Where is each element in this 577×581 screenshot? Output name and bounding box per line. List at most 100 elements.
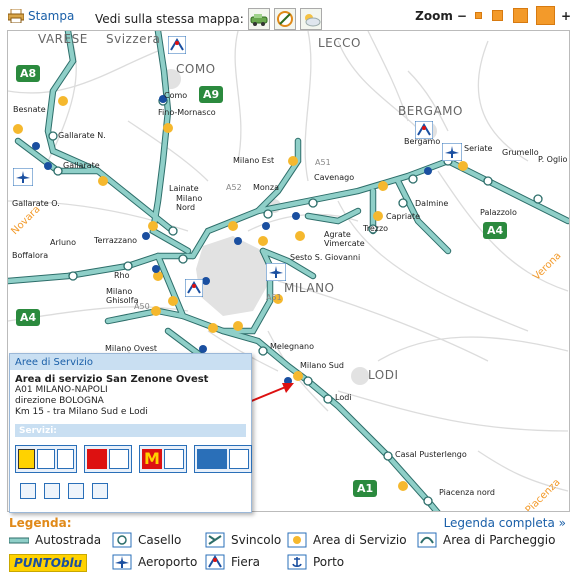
service-area-popup[interactable]: Aree di Servizio Area di servizio San Ze… <box>9 353 252 513</box>
place-label-grumello: Grumello <box>502 148 539 157</box>
place-label-como: Como <box>164 91 188 100</box>
city-label-lodi: LODI <box>368 368 399 382</box>
legend-item-area-servizio: Area di Servizio <box>287 532 407 548</box>
atm-icon[interactable] <box>92 483 108 499</box>
place-label-milano-ghisolfa: Milano Ghisolfa <box>106 287 139 305</box>
airport-icon[interactable] <box>442 143 462 161</box>
city-label-lecco: LECCO <box>318 36 361 50</box>
popup-header: Aree di Servizio <box>10 354 251 370</box>
zoom-level-1[interactable] <box>474 12 482 19</box>
legend-item-fiera: Fiera <box>205 554 260 570</box>
place-label-monza: Monza <box>253 183 279 192</box>
parking-area-icon <box>417 532 437 548</box>
legend-label-fiera: Fiera <box>231 555 261 569</box>
tollbooth-icon <box>112 532 132 548</box>
highway-label-a52: A52 <box>226 183 242 192</box>
airport-icon[interactable] <box>266 263 286 281</box>
highway-shield-a4-east: A4 <box>483 222 508 239</box>
place-label-gallarate-n: Gallarate N. <box>58 131 106 140</box>
junction-icon <box>205 532 225 548</box>
services-bar: Servizi: <box>15 424 246 437</box>
city-label-milano: MILANO <box>284 281 335 295</box>
zoom-out-button[interactable]: − <box>457 9 467 23</box>
print-button[interactable]: Stampa <box>8 9 74 23</box>
airport-icon <box>112 554 132 570</box>
toolbar: Stampa Vedi sulla stessa mappa: Zoom − + <box>0 0 577 30</box>
highway-label-a51b: A51 <box>266 293 282 302</box>
place-label-rho: Rho <box>114 271 130 280</box>
airport-icon[interactable] <box>13 168 33 186</box>
legend-item-autostrada: Autostrada <box>9 532 101 548</box>
place-label-besnate: Besnate <box>13 105 46 114</box>
place-label-bergamo: Bergamo <box>404 137 441 146</box>
puntoblu-logo: PUNTOblu <box>9 554 88 572</box>
legend-item-puntoblu: PUNTOblu <box>9 554 88 572</box>
legend-item-aeroporto: Aeroporto <box>112 554 197 570</box>
traffic-icon[interactable] <box>247 8 270 30</box>
fair-icon[interactable] <box>185 279 203 297</box>
service-area-icon <box>287 532 307 548</box>
anchor-icon <box>287 554 307 570</box>
fair-icon <box>205 554 225 570</box>
zoom-level-2[interactable] <box>491 10 503 21</box>
fuel-icon[interactable] <box>20 483 36 499</box>
legend-label-porto: Porto <box>313 555 345 569</box>
legend-label-casello: Casello <box>138 533 182 547</box>
popup-line-direction: direzione BOLOGNA <box>15 396 104 406</box>
zoom-level-4[interactable] <box>535 6 555 25</box>
city-label-como: COMO <box>176 62 216 76</box>
highway-shield-a4-west: A4 <box>16 309 41 326</box>
place-label-trezzo: Trezzo <box>363 224 389 233</box>
popup-line-km: Km 15 - tra Milano Sud e Lodi <box>15 407 148 417</box>
print-label: Stampa <box>28 9 75 23</box>
popup-title: Area di servizio San Zenone Ovest <box>15 374 209 385</box>
legend-full-link[interactable]: Legenda completa » <box>444 516 566 530</box>
highway-shield-a1: A1 <box>353 480 378 497</box>
place-label-lainate: Lainate <box>169 184 199 193</box>
place-label-gallarate-o: Gallarate O. <box>12 199 60 208</box>
city-label-varese: VARESE <box>38 32 88 46</box>
place-label-casal-pusterlengo: Casal Pusterlengo <box>395 450 467 459</box>
legend-label-area-parcheggio: Area di Parcheggio <box>443 533 556 547</box>
place-label-lodi: Lodi <box>335 393 352 402</box>
legend-item-casello: Casello <box>112 532 181 548</box>
place-label-sesto: Sesto S. Giovanni <box>290 253 361 262</box>
baby-change-icon[interactable] <box>68 483 84 499</box>
highway-icon <box>9 537 29 544</box>
zoom-level-3[interactable] <box>512 8 528 23</box>
speed-camera-icon[interactable] <box>273 8 296 30</box>
weather-icon[interactable] <box>299 8 322 30</box>
legend-label-svincolo: Svincolo <box>231 533 282 547</box>
city-label-svizzera: Svizzera <box>106 32 161 46</box>
place-label-piacenza-nord: Piacenza nord <box>439 488 495 497</box>
place-label-dalmine: Dalmine <box>415 199 449 208</box>
zoom-in-button[interactable]: + <box>561 9 571 23</box>
legend-title: Legenda: <box>9 516 72 530</box>
place-label-boffalora: Boffalora <box>12 251 49 260</box>
printer-icon <box>8 9 24 23</box>
agip-service-icon[interactable] <box>15 445 77 473</box>
place-label-melegnano: Melegnano <box>270 342 314 351</box>
legend-label-area-servizio: Area di Servizio <box>313 533 407 547</box>
place-label-fino-mornasco: Fino-Mornasco <box>158 108 216 117</box>
place-label-capriate: Capriate <box>386 212 421 221</box>
place-label-milano-sud: Milano Sud <box>300 361 344 370</box>
legend-item-area-parcheggio: Area di Parcheggio <box>417 532 555 548</box>
highway-shield-a9: A9 <box>199 86 224 103</box>
mcdonalds-service-icon[interactable]: M <box>139 445 187 473</box>
autogrill-service-icon[interactable] <box>84 445 132 473</box>
place-label-p-oglio: P. Oglio <box>538 155 568 164</box>
popup-line-road: A01 MILANO-NAPOLI <box>15 385 108 395</box>
legend: Legenda: Legenda completa » Autostrada C… <box>7 514 570 580</box>
legend-item-svincolo: Svincolo <box>205 532 281 548</box>
place-label-terrazzano: Terrazzano <box>94 236 138 245</box>
fiat-service-icon[interactable] <box>194 445 252 473</box>
fair-icon[interactable] <box>168 36 186 54</box>
place-label-milano-est: Milano Est <box>233 156 275 165</box>
place-label-milano-nord: Milano Nord <box>176 194 203 212</box>
zoom-control: Zoom − + <box>415 6 571 25</box>
place-label-milano-ovest: Milano Ovest <box>105 344 158 353</box>
place-label-arluno: Arluno <box>50 238 77 247</box>
wheelchair-icon[interactable] <box>44 483 60 499</box>
zoom-label: Zoom <box>415 8 453 23</box>
